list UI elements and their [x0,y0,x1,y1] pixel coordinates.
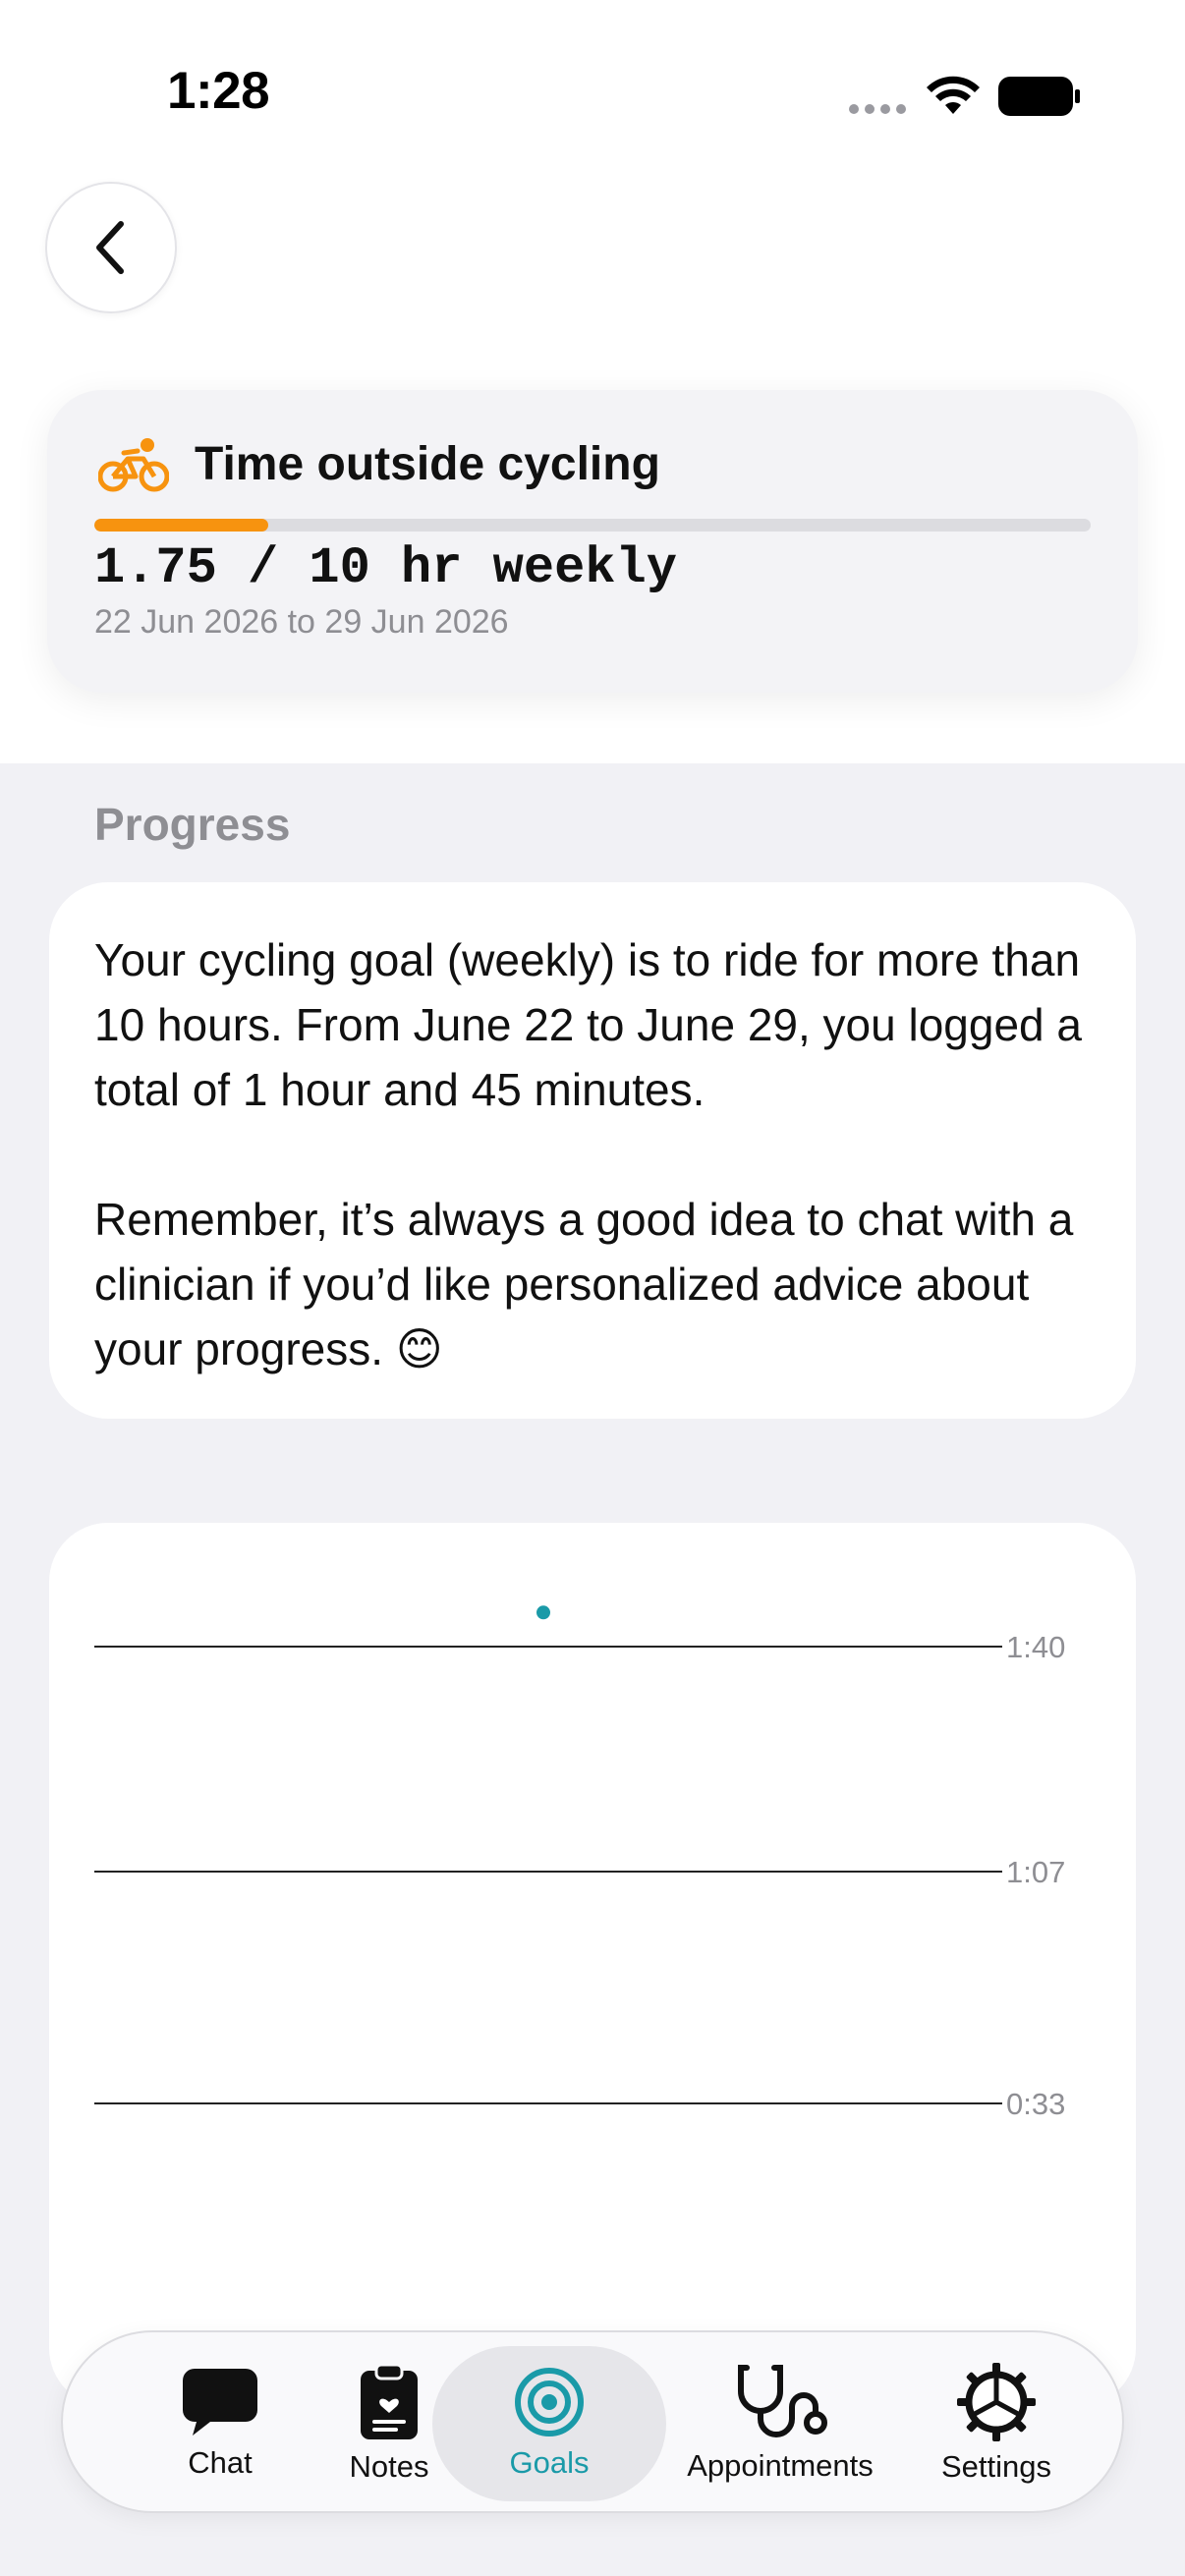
tab-settings[interactable]: Settings [908,2332,1085,2515]
y-tick-label: 0:33 [1006,2087,1065,2121]
progress-chart: 1:40 1:07 0:33 [94,1605,1065,2121]
progress-message-card: Your cycling goal (weekly) is to ride fo… [49,882,1136,1419]
tab-goals[interactable]: Goals [432,2332,666,2515]
stethoscope-icon [738,2365,827,2437]
tab-label-chat: Chat [188,2445,253,2480]
goal-title: Time outside cycling [195,438,660,490]
goal-date-range: 22 Jun 2026 to 29 Jun 2026 [94,603,509,641]
tab-label-appointments: Appointments [687,2448,874,2483]
goal-progress-bar [94,519,1091,532]
clipboard-icon [361,2363,418,2439]
goal-summary-card: Time outside cycling 1.75 / 10 hr weekly… [47,390,1138,693]
tab-label-settings: Settings [940,2449,1051,2484]
back-button[interactable] [45,182,177,313]
status-time: 1:28 [167,62,270,120]
battery-icon [998,77,1081,121]
progress-chart-card: 1:40 1:07 0:33 [49,1523,1136,2407]
tab-chat[interactable]: Chat [132,2332,309,2515]
tab-label-notes: Notes [349,2449,429,2484]
section-title-progress: Progress [94,799,291,850]
y-tick-label: 1:07 [1006,1855,1065,1889]
cellular-signal-icon [849,104,906,114]
progress-message: Your cycling goal (weekly) is to ride fo… [94,934,1082,1374]
y-tick-label: 1:40 [1006,1630,1065,1664]
bicycle-icon [97,437,170,497]
target-icon [515,2368,584,2436]
gear-icon [957,2363,1036,2441]
chat-bubble-icon [183,2369,257,2436]
data-point [536,1605,550,1620]
tab-appointments[interactable]: Appointments [664,2332,896,2515]
tab-label-goals: Goals [509,2445,590,2480]
goal-amount: 1.75 / 10 hr weekly [94,539,677,597]
goal-progress-fill [94,519,269,532]
chevron-left-icon [96,221,124,274]
tab-bar: Chat Notes Goals Appointments Settings [61,2330,1124,2513]
wifi-icon [926,75,981,121]
